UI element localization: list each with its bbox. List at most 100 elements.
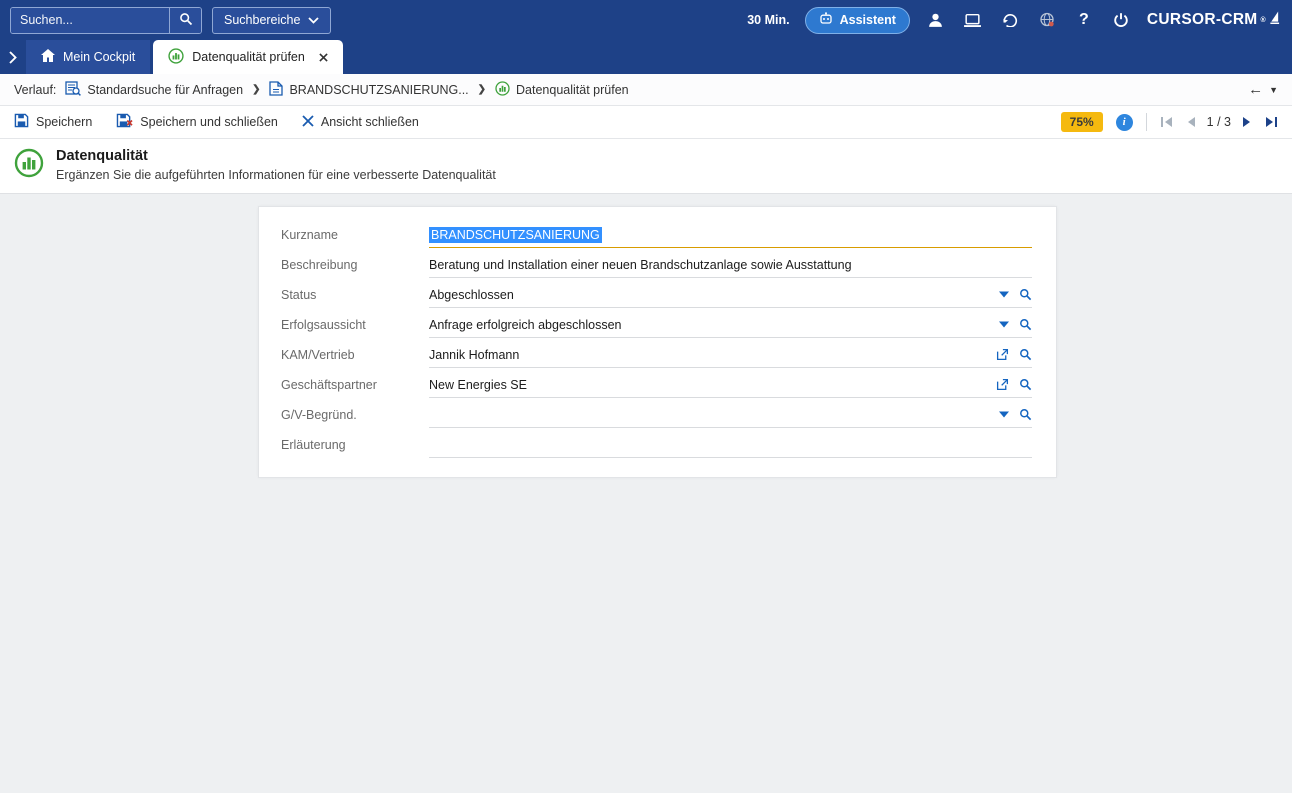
close-view-button[interactable]: Ansicht schließen	[302, 115, 419, 130]
erlaeuterung-field[interactable]	[429, 433, 1032, 458]
breadcrumb-label: Standardsuche für Anfragen	[87, 83, 243, 97]
breadcrumb-item-brandschutzsanierung[interactable]: BRANDSCHUTZSANIERUNG...	[269, 81, 468, 99]
field-label: KAM/Vertrieb	[281, 348, 429, 362]
page-subtitle: Ergänzen Sie die aufgeführten Informatio…	[56, 168, 496, 182]
field-value: Anfrage erfolgreich abgeschlossen	[429, 318, 621, 332]
tab-label: Datenqualität prüfen	[192, 50, 305, 64]
field-label: G/V-Begründ.	[281, 408, 429, 422]
field-label: Status	[281, 288, 429, 302]
document-icon	[269, 81, 283, 99]
field-label: Erläuterung	[281, 438, 429, 452]
breadcrumb-item-standardsuche[interactable]: Standardsuche für Anfragen	[65, 81, 243, 99]
kurzname-field[interactable]: BRANDSCHUTZSANIERUNG	[429, 223, 1032, 248]
field-row-erlaeuterung: Erläuterung	[259, 430, 1056, 460]
power-icon[interactable]	[1110, 9, 1132, 31]
field-row-erfolgsaussicht: Erfolgsaussicht Anfrage erfolgreich abge…	[259, 310, 1056, 340]
search-areas-button[interactable]: Suchbereiche	[212, 7, 331, 34]
view-header: Datenqualität Ergänzen Sie die aufgeführ…	[0, 139, 1292, 194]
lookup-search-icon[interactable]	[1019, 288, 1032, 301]
field-row-kurzname: Kurzname BRANDSCHUTZSANIERUNG	[259, 220, 1056, 250]
lookup-search-icon[interactable]	[1019, 348, 1032, 361]
data-quality-icon	[168, 48, 184, 67]
breadcrumb: Verlauf: Standardsuche für Anfragen ❯ BR…	[0, 74, 1292, 106]
save-and-close-button[interactable]: Speichern und schließen	[116, 113, 278, 131]
search-list-icon	[65, 81, 81, 99]
network-status-icon[interactable]	[1036, 9, 1058, 31]
last-record-icon[interactable]	[1264, 116, 1278, 128]
laptop-icon[interactable]	[962, 9, 984, 31]
save-icon	[14, 113, 29, 131]
field-row-beschreibung: Beschreibung Beratung und Installation e…	[259, 250, 1056, 280]
field-row-status: Status Abgeschlossen	[259, 280, 1056, 310]
open-record-icon[interactable]	[996, 348, 1009, 361]
page-title: Datenqualität	[56, 148, 496, 164]
save-and-close-label: Speichern und schließen	[140, 115, 278, 129]
topbar: Suchbereiche 30 Min. Assistent ?	[0, 0, 1292, 40]
breadcrumb-item-datenqualitaet[interactable]: Datenqualität prüfen	[495, 81, 629, 99]
field-value: Beratung und Installation einer neuen Br…	[429, 258, 852, 272]
toolbar-divider	[1146, 113, 1147, 131]
chevron-down-icon	[308, 13, 319, 27]
status-field[interactable]: Abgeschlossen	[429, 283, 1032, 308]
field-label: Kurzname	[281, 228, 429, 242]
tab-datenqualitaet-pruefen[interactable]: Datenqualität prüfen	[153, 40, 343, 74]
brand-text: CURSOR-CRM	[1147, 11, 1258, 29]
help-icon[interactable]: ?	[1073, 9, 1095, 31]
data-quality-form: Kurzname BRANDSCHUTZSANIERUNG Beschreibu…	[258, 206, 1057, 478]
action-toolbar: Speichern Speichern und schließen Ansich…	[0, 106, 1292, 139]
open-record-icon[interactable]	[996, 378, 1009, 391]
data-quality-icon	[495, 81, 510, 99]
lookup-search-icon[interactable]	[1019, 318, 1032, 331]
search-button[interactable]	[169, 8, 201, 33]
lookup-search-icon[interactable]	[1019, 408, 1032, 421]
search-areas-label: Suchbereiche	[224, 13, 300, 27]
user-icon[interactable]	[925, 9, 947, 31]
breadcrumb-label: BRANDSCHUTZSANIERUNG...	[289, 83, 468, 97]
breadcrumb-separator-icon: ❯	[478, 84, 486, 95]
field-value: Abgeschlossen	[429, 288, 514, 302]
geschaeftspartner-field[interactable]: New Energies SE	[429, 373, 1032, 398]
history-back-icon[interactable]: ←	[1248, 81, 1263, 98]
close-icon	[302, 115, 314, 130]
save-label: Speichern	[36, 115, 92, 129]
brand-logo: CURSOR-CRM®	[1147, 10, 1280, 30]
search-icon	[179, 12, 193, 29]
erfolgsaussicht-field[interactable]: Anfrage erfolgreich abgeschlossen	[429, 313, 1032, 338]
info-icon[interactable]: i	[1116, 114, 1133, 131]
field-row-geschaeftspartner: Geschäftspartner New Energies SE	[259, 370, 1056, 400]
first-record-icon[interactable]	[1160, 116, 1174, 128]
field-label: Geschäftspartner	[281, 378, 429, 392]
field-row-kam-vertrieb: KAM/Vertrieb Jannik Hofmann	[259, 340, 1056, 370]
beschreibung-field[interactable]: Beratung und Installation einer neuen Br…	[429, 253, 1032, 278]
save-close-icon	[116, 113, 133, 131]
breadcrumb-separator-icon: ❯	[252, 84, 260, 95]
pager-label: 1 / 3	[1207, 115, 1231, 129]
save-button[interactable]: Speichern	[14, 113, 92, 131]
session-timer: 30 Min.	[747, 13, 789, 27]
field-value: Jannik Hofmann	[429, 348, 519, 362]
tab-mein-cockpit[interactable]: Mein Cockpit	[26, 40, 150, 74]
kam-vertrieb-field[interactable]: Jannik Hofmann	[429, 343, 1032, 368]
gv-begruendung-field[interactable]	[429, 403, 1032, 428]
home-icon	[41, 49, 55, 65]
lookup-search-icon[interactable]	[1019, 378, 1032, 391]
history-dropdown-icon[interactable]: ▼	[1269, 85, 1278, 95]
close-view-label: Ansicht schließen	[321, 115, 419, 129]
previous-record-icon[interactable]	[1185, 116, 1196, 128]
dropdown-caret-icon[interactable]	[999, 411, 1009, 418]
redo-icon[interactable]	[999, 9, 1021, 31]
tabbar: Mein Cockpit Datenqualität prüfen	[0, 40, 1292, 74]
dropdown-caret-icon[interactable]	[999, 291, 1009, 298]
global-search[interactable]	[10, 7, 202, 34]
record-pager: 1 / 3	[1160, 115, 1278, 129]
field-value-selected: BRANDSCHUTZSANIERUNG	[429, 227, 602, 243]
search-input[interactable]	[11, 8, 169, 33]
field-value: New Energies SE	[429, 378, 527, 392]
next-record-icon[interactable]	[1242, 116, 1253, 128]
robot-icon	[819, 12, 833, 29]
assistant-button[interactable]: Assistent	[805, 7, 910, 34]
tab-close-icon[interactable]	[319, 53, 328, 62]
sidebar-expand-chevron-icon[interactable]	[0, 40, 26, 74]
brand-sail-icon	[1269, 10, 1280, 30]
dropdown-caret-icon[interactable]	[999, 321, 1009, 328]
